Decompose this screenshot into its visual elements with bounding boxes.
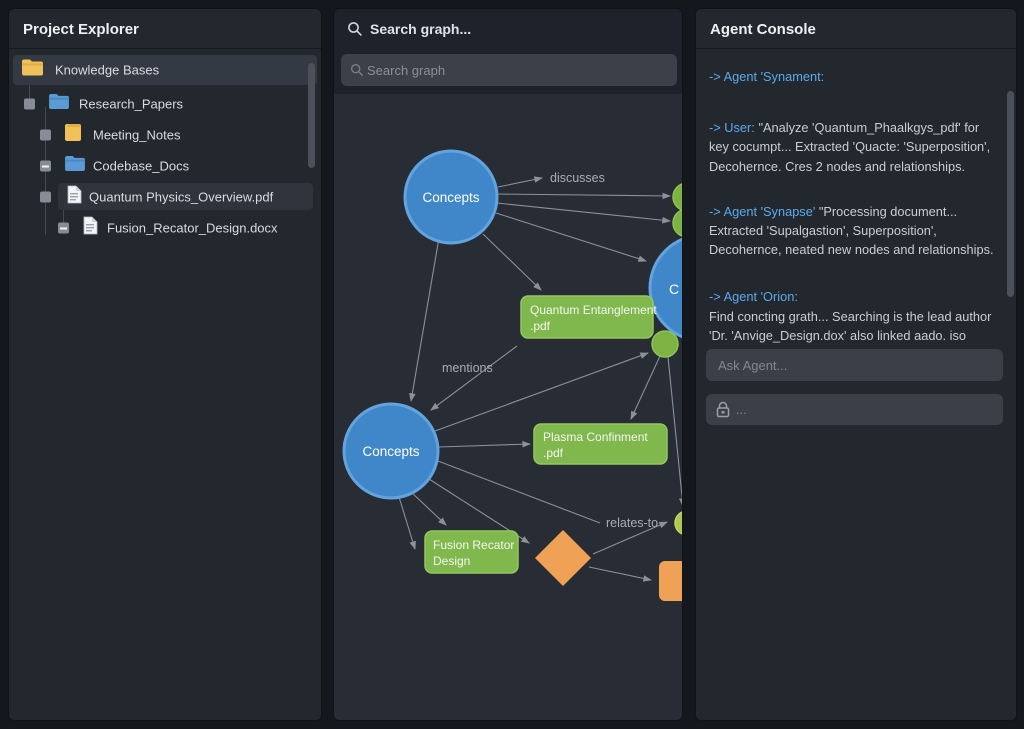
graph-node-label: Concepts bbox=[362, 444, 419, 459]
edge bbox=[631, 356, 660, 419]
ask-agent-box bbox=[706, 349, 1003, 381]
graph-node-orange-rect[interactable] bbox=[659, 561, 683, 601]
message-user-prefix: -> User: bbox=[709, 120, 755, 135]
graph-panel-header: Search graph... bbox=[334, 9, 682, 49]
tree-item-research-papers[interactable]: Research_Papers bbox=[9, 91, 321, 117]
ask-agent-input[interactable] bbox=[718, 349, 995, 381]
graph-node-label: Concepts bbox=[422, 190, 479, 205]
secondary-input-box bbox=[706, 394, 1003, 425]
file-icon bbox=[67, 185, 82, 209]
tree-item-codebase-docs[interactable]: Codebase_Docs bbox=[9, 153, 321, 179]
tree-item-quantum-physics-overview[interactable]: Quantum Physics_Overview.pdf bbox=[9, 183, 321, 210]
tree-item-fusion-reactor-design[interactable]: Fusion_Recator_Design.docx bbox=[9, 214, 321, 242]
file-icon bbox=[83, 216, 98, 240]
knowledge-graph-canvas[interactable]: discusses mentions relates-to C Concepts… bbox=[334, 94, 683, 721]
agent-console-panel: Agent Console -> Agent 'Synament: -> Use… bbox=[695, 8, 1017, 721]
agent-console-title: Agent Console bbox=[696, 9, 1016, 49]
edge bbox=[483, 234, 541, 290]
tree-item-knowledge-bases[interactable]: Knowledge Bases bbox=[9, 55, 321, 85]
tree-expander-collapsed[interactable] bbox=[58, 223, 69, 234]
console-message: -> User: "Analyze 'Quantum_Phaalkgys_pdf… bbox=[709, 118, 994, 176]
graph-node-green-b[interactable] bbox=[673, 209, 683, 237]
graph-node-label: Fusion Recator bbox=[433, 538, 514, 552]
tree-item-label: Quantum Physics_Overview.pdf bbox=[89, 189, 273, 204]
console-message: -> Agent 'Synament: bbox=[709, 67, 994, 86]
edge bbox=[589, 567, 651, 580]
graph-node-label: .pdf bbox=[530, 319, 551, 333]
console-messages: -> Agent 'Synament: -> User: "Analyze 'Q… bbox=[709, 53, 994, 364]
edge bbox=[399, 497, 415, 549]
tree-item-label: Knowledge Bases bbox=[55, 63, 159, 78]
folder-icon bbox=[64, 155, 86, 177]
edge bbox=[496, 213, 646, 261]
tree-item-label: Fusion_Recator_Design.docx bbox=[107, 221, 278, 236]
edge bbox=[438, 461, 600, 523]
graph-search-box bbox=[341, 54, 677, 86]
edge bbox=[497, 194, 670, 196]
project-explorer-panel: Project Explorer Knowledge Bases Researc… bbox=[8, 8, 322, 721]
graph-node-label: C bbox=[669, 281, 679, 297]
graph-header-label: Search graph... bbox=[370, 21, 471, 37]
folder-icon bbox=[48, 93, 70, 115]
tree-item-label: Codebase_Docs bbox=[93, 159, 189, 174]
graph-panel: Search graph... bbox=[333, 8, 683, 721]
graph-node-label: Plasma Confinment bbox=[543, 430, 648, 444]
message-agent-prefix: -> Agent 'Synament: bbox=[709, 69, 824, 84]
graph-node-green-mid[interactable] bbox=[652, 331, 678, 357]
edge-mentions bbox=[431, 346, 517, 410]
graph-node-label: .pdf bbox=[543, 446, 564, 460]
graph-node-label: Design bbox=[433, 554, 470, 568]
tree-bullet[interactable] bbox=[40, 191, 51, 202]
edge bbox=[497, 203, 670, 221]
graph-node-label: Quantum Entanglement bbox=[530, 303, 657, 317]
search-icon bbox=[347, 21, 363, 42]
lock-icon bbox=[715, 401, 731, 423]
folder-icon bbox=[64, 123, 86, 147]
explorer-scrollbar[interactable] bbox=[308, 63, 315, 168]
search-icon bbox=[350, 63, 364, 82]
console-scrollbar[interactable] bbox=[1007, 91, 1014, 297]
tree-bullet[interactable] bbox=[40, 130, 51, 141]
console-message: -> Agent 'Synapse' "Processing document.… bbox=[709, 202, 994, 260]
tree-expander-collapsed[interactable] bbox=[40, 161, 51, 172]
tree-bullet[interactable] bbox=[24, 99, 35, 110]
graph-node-yellow-green[interactable] bbox=[675, 511, 683, 535]
project-explorer-title: Project Explorer bbox=[9, 9, 321, 49]
message-agent-prefix: -> Agent 'Orion: bbox=[709, 287, 994, 306]
edge bbox=[410, 491, 446, 525]
edge bbox=[668, 357, 683, 506]
file-tree: Knowledge Bases Research_Papers Meeting_… bbox=[9, 47, 321, 720]
edge-label-discusses: discusses bbox=[550, 171, 605, 185]
tree-item-label: Research_Papers bbox=[79, 97, 183, 112]
secondary-input[interactable] bbox=[736, 394, 995, 425]
edge-discusses bbox=[498, 178, 542, 187]
graph-node-green-a[interactable] bbox=[673, 183, 683, 211]
edge-label-relates-to: relates-to bbox=[606, 516, 658, 530]
edge-label-mentions: mentions bbox=[442, 361, 493, 375]
edge bbox=[438, 444, 530, 447]
edge bbox=[411, 238, 439, 401]
message-agent-prefix: -> Agent 'Synapse' bbox=[709, 204, 815, 219]
graph-node-diamond[interactable] bbox=[535, 530, 591, 586]
tree-item-label: Meeting_Notes bbox=[93, 128, 180, 143]
graph-search-input[interactable] bbox=[367, 54, 667, 86]
tree-item-meeting-notes[interactable]: Meeting_Notes bbox=[9, 122, 321, 148]
folder-icon bbox=[21, 59, 44, 82]
